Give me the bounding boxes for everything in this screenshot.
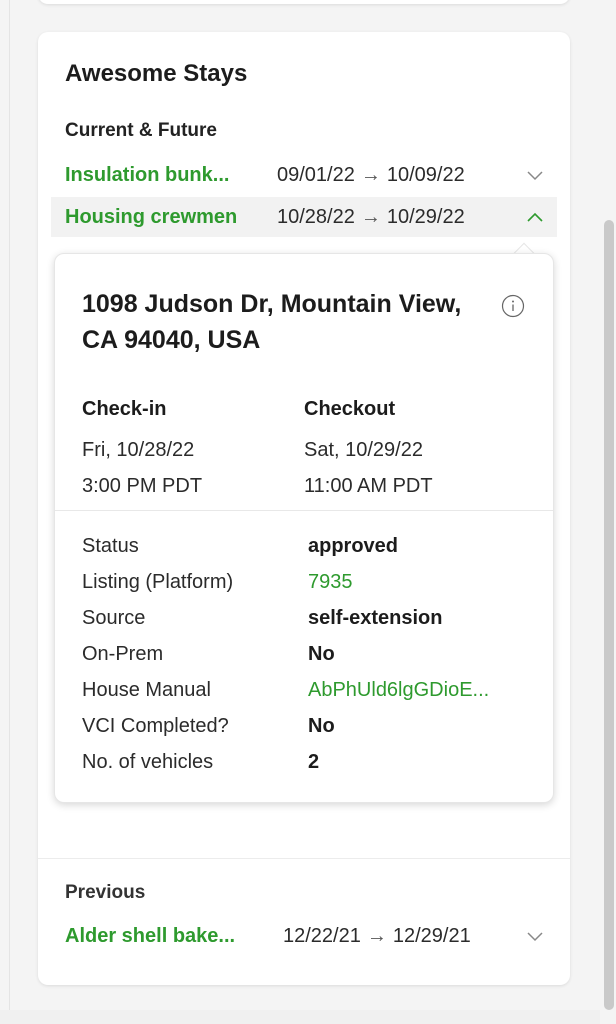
section-current-future: Current & Future (65, 120, 217, 141)
detail-value: approved (308, 534, 399, 557)
left-edge (0, 0, 10, 1024)
house-manual-link[interactable]: AbPhUld6lgGDioE... (308, 679, 489, 702)
detail-row-vehicles: No. of vehicles 2 (82, 744, 542, 780)
chevron-down-icon[interactable] (525, 926, 545, 946)
stay-end-date: 10/29/22 (386, 205, 465, 228)
popover-divider (55, 510, 553, 511)
detail-value: No (308, 642, 335, 665)
bottom-strip (0, 1010, 600, 1024)
section-divider (38, 858, 570, 859)
detail-label: House Manual (82, 678, 211, 701)
stay-address: 1098 Judson Dr, Mountain View, CA 94040,… (82, 290, 462, 354)
stay-detail-popover: 1098 Judson Dr, Mountain View, CA 94040,… (54, 253, 554, 803)
checkout-column: Checkout Sat, 10/29/22 11:00 AM PDT (304, 398, 433, 504)
detail-row-listing: Listing (Platform) 7935 (82, 564, 542, 600)
checkin-label: Check-in (82, 398, 167, 420)
card-title: Awesome Stays (65, 60, 248, 87)
checkout-date: Sat, 10/29/22 (304, 439, 423, 461)
stay-details-list: Status approved Listing (Platform) 7935 … (82, 528, 542, 780)
detail-label: VCI Completed? (82, 714, 229, 737)
stay-dates: 12/22/21 → 12/29/21 (283, 925, 471, 948)
arrow-right-icon: → (366, 924, 387, 947)
detail-value: self-extension (308, 606, 443, 629)
checkout-label: Checkout (304, 398, 396, 420)
stay-start-date: 10/28/22 (277, 205, 355, 228)
checkout-time: 11:00 AM PDT (304, 475, 433, 497)
detail-row-on-prem: On-Prem No (82, 636, 542, 672)
chevron-up-icon[interactable] (525, 207, 545, 227)
detail-row-source: Source self-extension (82, 600, 542, 636)
stay-name[interactable]: Housing crewmen (65, 206, 277, 229)
detail-row-status: Status approved (82, 528, 542, 564)
checkin-column: Check-in Fri, 10/28/22 3:00 PM PDT (82, 398, 202, 504)
stay-end-date: 10/09/22 (386, 163, 465, 186)
detail-label: Status (82, 534, 139, 557)
stay-end-date: 12/29/21 (392, 924, 471, 947)
stay-dates: 10/28/22 → 10/29/22 (277, 206, 465, 229)
detail-row-house-manual: House Manual AbPhUld6lgGDioE... (82, 672, 542, 708)
arrow-right-icon: → (360, 163, 381, 186)
stay-name[interactable]: Alder shell bake... (65, 925, 283, 948)
stay-start-date: 12/22/21 (283, 924, 361, 947)
stay-name[interactable]: Insulation bunk... (65, 164, 277, 187)
detail-label: No. of vehicles (82, 750, 214, 773)
detail-label: On-Prem (82, 642, 164, 665)
detail-label: Listing (Platform) (82, 570, 234, 593)
previous-card-bottom (38, 0, 570, 4)
detail-label: Source (82, 606, 146, 629)
stay-start-date: 09/01/22 (277, 163, 355, 186)
checkin-date: Fri, 10/28/22 (82, 439, 195, 461)
checkin-time: 3:00 PM PDT (82, 475, 203, 497)
listing-link[interactable]: 7935 (308, 571, 353, 594)
stay-row-alder-shell-bake[interactable]: Alder shell bake... 12/22/21 → 12/29/21 (51, 916, 557, 956)
arrow-right-icon: → (360, 205, 381, 228)
info-icon[interactable] (501, 294, 525, 318)
detail-value: 2 (308, 750, 320, 773)
detail-value: No (308, 714, 335, 737)
stay-row-housing-crewmen[interactable]: Housing crewmen 10/28/22 → 10/29/22 (51, 197, 557, 237)
chevron-down-icon[interactable] (525, 165, 545, 185)
section-previous: Previous (65, 882, 146, 903)
stay-dates: 09/01/22 → 10/09/22 (277, 164, 465, 187)
detail-row-vci-completed: VCI Completed? No (82, 708, 542, 744)
stay-row-insulation-bunk[interactable]: Insulation bunk... 09/01/22 → 10/09/22 (51, 155, 557, 195)
scrollbar-thumb[interactable] (604, 220, 614, 1010)
